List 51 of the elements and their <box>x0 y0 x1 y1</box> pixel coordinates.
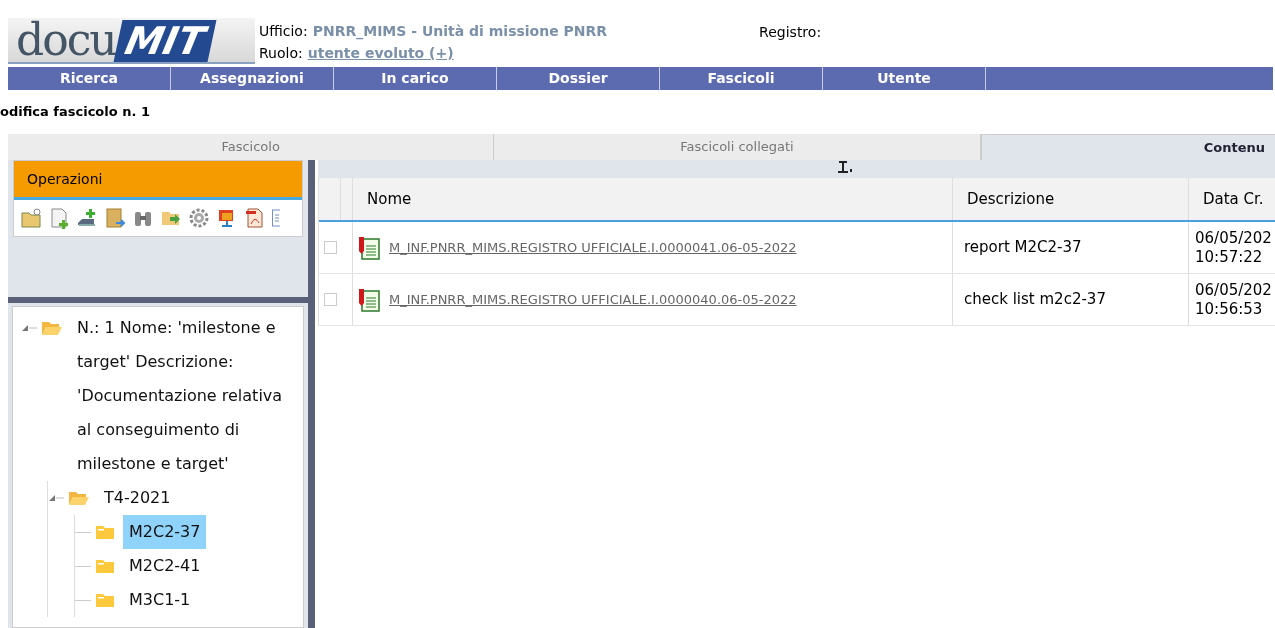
tab[interactable]: Fascicolo <box>8 134 495 160</box>
document-icon <box>357 286 381 313</box>
role-label: Ruolo: <box>259 44 303 63</box>
column-header[interactable]: Descrizione <box>953 178 1189 220</box>
tree-item[interactable]: M2C2-41 <box>123 549 207 583</box>
settings-icon[interactable] <box>188 207 210 229</box>
tree-item[interactable]: M3C1-1 <box>123 583 197 617</box>
column-header[interactable]: Nome <box>353 178 953 220</box>
document-link[interactable]: M_INF.PNRR_MIMS.REGISTRO UFFICIALE.I.0000040.06-05-2022 <box>389 289 797 310</box>
folder-icon <box>95 558 115 574</box>
nav-item[interactable]: Fascicoli <box>660 67 823 90</box>
envelope-icon[interactable] <box>104 207 126 229</box>
table-cell: report M2C2-37 <box>953 222 1189 273</box>
list-icon[interactable] <box>272 207 280 229</box>
tree-item[interactable]: N.: 1 Nome: 'milestone e target' Descrizione: 'Documentazione relativa al conseguimento di milestone e target' <box>71 311 297 481</box>
expanded-arrow-icon[interactable] <box>21 324 37 332</box>
nav-item[interactable]: Utente <box>823 67 986 90</box>
add-document-icon[interactable] <box>48 207 70 229</box>
nav-item[interactable]: Ricerca <box>8 67 171 90</box>
tree-item[interactable]: M2C2-37 <box>123 515 207 549</box>
new-folder-icon[interactable] <box>20 207 42 229</box>
folder-icon <box>95 524 115 540</box>
pdf-document-icon[interactable] <box>244 207 266 229</box>
date-text: 06/05/202 <box>1195 280 1273 300</box>
document-icon <box>357 234 381 261</box>
document-link[interactable]: M_INF.PNRR_MIMS.REGISTRO UFFICIALE.I.0000041.06-05-2022 <box>389 237 797 258</box>
nav-item[interactable]: Dossier <box>497 67 660 90</box>
row-checkbox[interactable] <box>323 241 337 254</box>
nav-item[interactable]: Assegnazioni <box>171 67 334 90</box>
tab[interactable]: Fascicoli collegati <box>494 134 981 160</box>
office-label: Ufficio: <box>259 22 308 41</box>
role-link[interactable]: utente evoluto (+) <box>307 42 454 64</box>
folder-icon <box>95 592 115 608</box>
office-value: PNRR_MIMS - Unità di missione PNRR <box>312 22 608 42</box>
open-folder-icon <box>41 320 63 336</box>
tree-item[interactable]: T4-2021 <box>98 481 177 515</box>
register-label: Registro: <box>759 23 822 42</box>
add-item-icon[interactable] <box>76 207 98 229</box>
date-text: 06/05/202 <box>1195 228 1273 248</box>
time-text: 10:56:53 <box>1195 299 1264 319</box>
tab[interactable]: Contenu <box>980 134 1275 160</box>
row-checkbox[interactable] <box>323 293 337 306</box>
open-folder-icon <box>68 490 90 506</box>
column-header[interactable]: Data Cr. <box>1189 178 1275 220</box>
table-cell: check list m2c2-37 <box>953 274 1189 325</box>
page-title: odifica fascicolo n. 1 <box>0 103 151 121</box>
logo: docu MIT <box>8 18 255 64</box>
expanded-arrow-icon[interactable] <box>48 494 64 502</box>
nav-item[interactable]: In carico <box>334 67 497 90</box>
time-text: 10:57:22 <box>1195 247 1264 267</box>
operations-header: Operazioni <box>14 161 302 200</box>
